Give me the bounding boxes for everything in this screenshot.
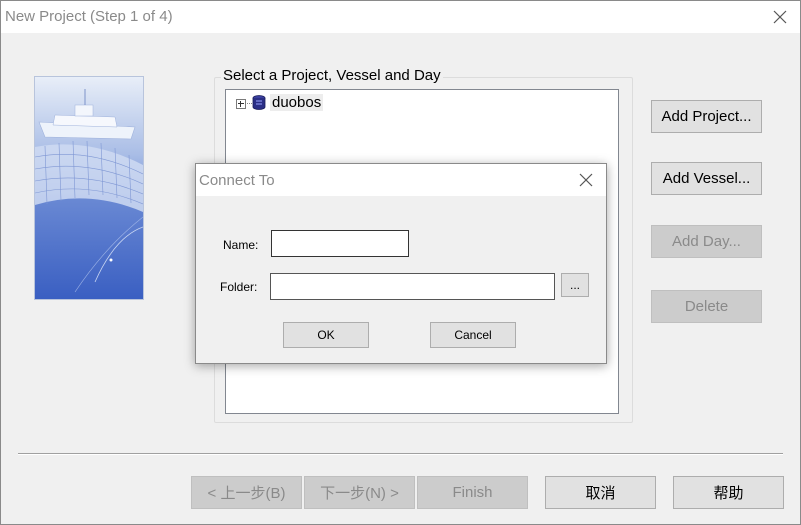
ok-button[interactable]: OK [283, 322, 369, 348]
add-project-button[interactable]: Add Project... [651, 100, 762, 133]
add-vessel-button[interactable]: Add Vessel... [651, 162, 762, 195]
wizard-side-image [34, 76, 144, 300]
name-label: Name: [223, 238, 259, 252]
connect-to-dialog: Connect To Name: Folder: ... OK Cancel [195, 163, 607, 364]
name-field[interactable] [271, 230, 409, 257]
add-day-button[interactable]: Add Day... [651, 225, 762, 258]
next-button[interactable]: 下一步(N) > [304, 476, 415, 509]
database-icon [252, 95, 266, 110]
selection-group-label: Select a Project, Vessel and Day [221, 67, 443, 84]
dialog-cancel-button[interactable]: Cancel [430, 322, 516, 348]
dialog-titlebar: Connect To [196, 164, 606, 196]
expand-plus-icon[interactable] [236, 99, 246, 109]
wizard-window: New Project (Step 1 of 4) Select a Proje… [0, 0, 801, 525]
browse-button[interactable]: ... [561, 273, 589, 297]
folder-field[interactable] [270, 273, 555, 300]
delete-button[interactable]: Delete [651, 290, 762, 323]
back-button[interactable]: < 上一步(B) [191, 476, 302, 509]
footer-separator [18, 453, 783, 455]
tree-item-label[interactable]: duobos [270, 94, 324, 111]
window-titlebar: New Project (Step 1 of 4) [1, 1, 800, 33]
close-icon[interactable] [770, 7, 790, 27]
window-title: New Project (Step 1 of 4) [5, 8, 173, 25]
finish-button[interactable]: Finish [417, 476, 528, 509]
folder-label: Folder: [220, 280, 258, 294]
dialog-close-icon[interactable] [576, 170, 596, 190]
help-button[interactable]: 帮助 [673, 476, 784, 509]
cancel-button[interactable]: 取消 [545, 476, 656, 509]
dialog-title: Connect To [199, 172, 275, 189]
